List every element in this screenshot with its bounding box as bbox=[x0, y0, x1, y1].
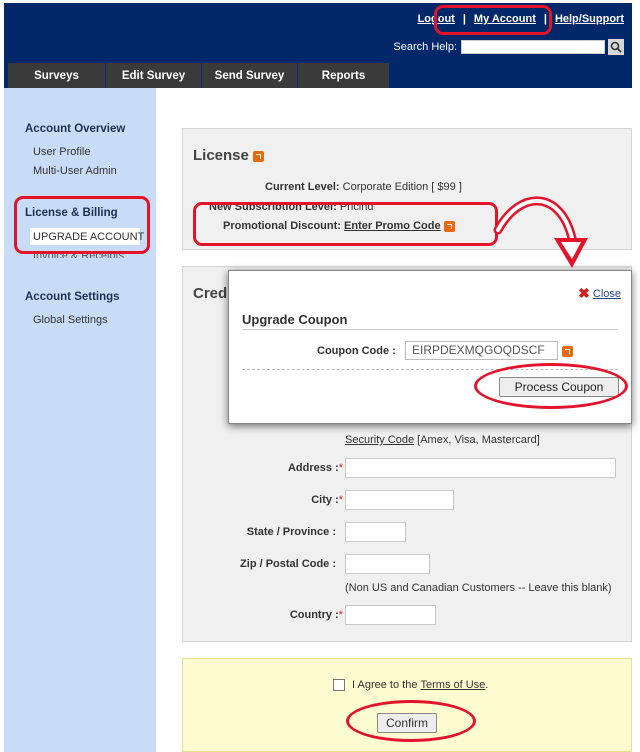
close-icon: ✖ bbox=[578, 285, 590, 301]
dialog-title: Upgrade Coupon bbox=[242, 312, 348, 327]
city-field[interactable] bbox=[345, 490, 454, 510]
coupon-code-label: Coupon Code : bbox=[317, 345, 396, 357]
address-field[interactable] bbox=[345, 458, 616, 478]
license-title: License bbox=[193, 147, 265, 164]
city-label: City :* bbox=[311, 494, 343, 506]
tab-send-survey[interactable]: Send Survey bbox=[202, 63, 298, 88]
state-field[interactable] bbox=[345, 522, 406, 542]
sidebar-item-global-settings[interactable]: Global Settings bbox=[33, 314, 108, 326]
terms-of-use-link[interactable]: Terms of Use bbox=[421, 679, 486, 691]
tab-edit-survey[interactable]: Edit Survey bbox=[106, 63, 202, 88]
coupon-code-input[interactable]: EIRPDEXMQGOQDSCF bbox=[405, 341, 558, 360]
callout-process-coupon bbox=[474, 363, 628, 409]
callout-license-billing bbox=[14, 196, 150, 254]
country-label: Country :* bbox=[289, 609, 343, 621]
search-button[interactable] bbox=[608, 39, 624, 55]
tab-surveys[interactable]: Surveys bbox=[8, 63, 106, 88]
help-icon[interactable] bbox=[562, 346, 573, 357]
zip-note: (Non US and Canadian Customers -- Leave … bbox=[345, 582, 612, 594]
callout-promo-code bbox=[193, 202, 498, 246]
tab-reports[interactable]: Reports bbox=[298, 63, 390, 88]
address-label: Address :* bbox=[287, 462, 343, 474]
search-row: Search Help: bbox=[393, 39, 624, 55]
zip-label: Zip / Postal Code : bbox=[240, 558, 336, 570]
current-level-value: Corporate Edition [ $99 ] bbox=[342, 181, 462, 193]
credit-title: Cred bbox=[193, 285, 228, 302]
security-code-link[interactable]: Security Code bbox=[345, 434, 414, 446]
help-icon[interactable] bbox=[253, 150, 265, 162]
callout-arrow bbox=[493, 196, 588, 268]
sidebar-item-multi-user-admin[interactable]: Multi-User Admin bbox=[33, 165, 117, 177]
zip-field[interactable] bbox=[345, 554, 430, 574]
sidebar-heading-account-settings: Account Settings bbox=[25, 291, 120, 303]
state-label: State / Province : bbox=[246, 526, 336, 538]
agree-row: I Agree to the Terms of Use. bbox=[333, 679, 488, 691]
search-label: Search Help: bbox=[393, 41, 457, 53]
security-code-row: Security Code [Amex, Visa, Mastercard] bbox=[345, 434, 540, 446]
help-support-link[interactable]: Help/Support bbox=[555, 13, 624, 25]
agree-checkbox[interactable] bbox=[333, 679, 345, 691]
callout-confirm bbox=[346, 700, 476, 742]
sidebar-heading-account-overview: Account Overview bbox=[25, 123, 126, 135]
divider bbox=[242, 329, 618, 330]
close-button[interactable]: ✖ Close bbox=[578, 285, 621, 302]
country-field[interactable] bbox=[345, 605, 436, 625]
search-input[interactable] bbox=[461, 40, 605, 54]
sidebar-item-user-profile[interactable]: User Profile bbox=[33, 146, 90, 158]
current-level-row: Current Level: Corporate Edition [ $99 ] bbox=[265, 181, 462, 193]
tab-bar: Surveys Edit Survey Send Survey Reports bbox=[4, 63, 632, 88]
callout-my-account bbox=[434, 5, 552, 35]
search-icon bbox=[610, 41, 622, 53]
